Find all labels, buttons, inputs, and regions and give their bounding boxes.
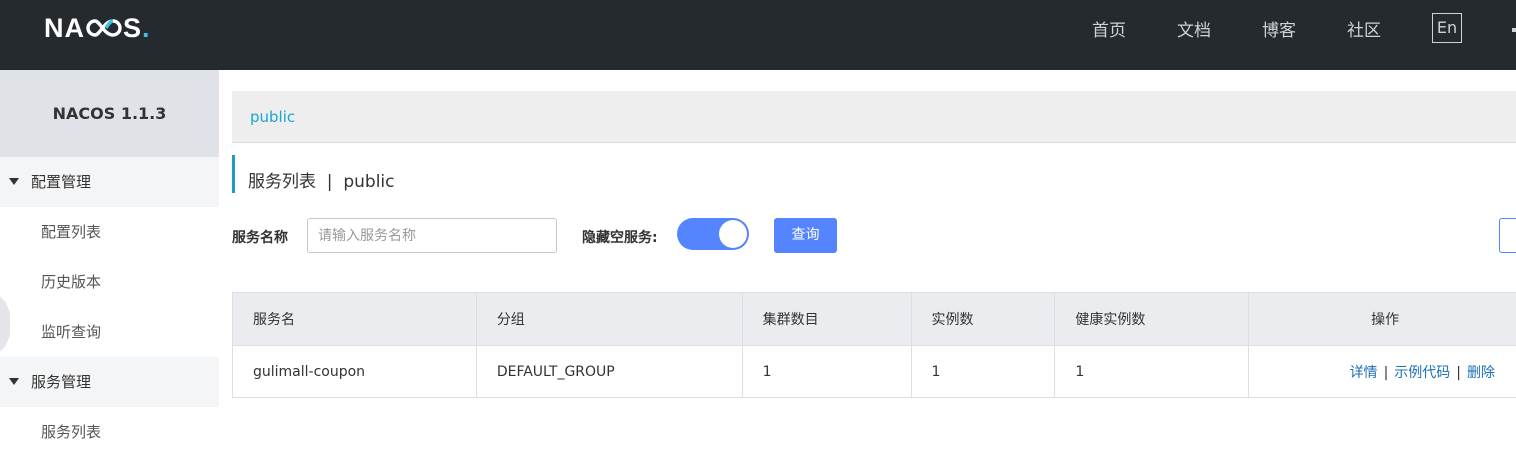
caret-down-icon <box>9 178 19 185</box>
nav-docs[interactable]: 文档 <box>1177 16 1211 41</box>
column-header-group: 分组 <box>476 293 742 346</box>
service-name-label: 服务名称 <box>232 227 288 247</box>
sidebar-item-label: 服务列表 <box>41 407 101 457</box>
logo-text-left: NA <box>44 13 85 44</box>
sidebar-group-label: 配置管理 <box>31 157 91 207</box>
op-separator: | <box>1384 365 1389 381</box>
page-title-block: 服务列表 | public <box>232 155 235 193</box>
sidebar-item-label: 配置列表 <box>41 207 101 257</box>
column-header-healthy: 健康实例数 <box>1055 293 1249 346</box>
cell-service-name: gulimall-coupon <box>233 346 477 398</box>
sidebar-item-label: 历史版本 <box>41 257 101 307</box>
cell-ops: 详情 | 示例代码 | 删除 <box>1249 346 1516 398</box>
column-header-instances: 实例数 <box>911 293 1055 346</box>
nacos-logo[interactable]: NA S . <box>44 13 151 43</box>
namespace-bar: public <box>232 91 1516 143</box>
detail-link[interactable]: 详情 <box>1350 365 1378 381</box>
page-title: 服务列表 | public <box>248 167 395 192</box>
service-name-input[interactable] <box>307 218 557 253</box>
column-header-ops: 操作 <box>1249 293 1516 346</box>
create-service-button[interactable] <box>1499 218 1516 253</box>
hide-empty-toggle[interactable] <box>677 218 749 250</box>
toggle-knob <box>719 220 747 248</box>
top-header: NA S . 首页 文档 博客 社区 En <box>0 0 1516 70</box>
cell-clusters: 1 <box>742 346 911 398</box>
logo-dot: . <box>142 13 151 44</box>
sidebar-group-label: 服务管理 <box>31 357 91 407</box>
column-header-service: 服务名 <box>233 293 477 346</box>
sidebar-version: NACOS 1.1.3 <box>0 70 219 157</box>
table-header-row: 服务名 分组 集群数目 实例数 健康实例数 操作 <box>233 293 1516 346</box>
header-overflow-indicator <box>1512 28 1516 32</box>
logo-text-right: S <box>123 13 142 44</box>
column-header-clusters: 集群数目 <box>742 293 911 346</box>
namespace-tab-public[interactable]: public <box>250 108 295 126</box>
language-switch-button[interactable]: En <box>1432 13 1462 43</box>
nav-home[interactable]: 首页 <box>1092 16 1126 41</box>
cell-group: DEFAULT_GROUP <box>476 346 742 398</box>
sample-code-link[interactable]: 示例代码 <box>1394 365 1450 381</box>
cell-healthy: 1 <box>1055 346 1249 398</box>
nav-community[interactable]: 社区 <box>1347 16 1381 41</box>
op-separator: | <box>1456 365 1461 381</box>
sidebar: NACOS 1.1.3 配置管理 配置列表 历史版本 监听查询 服务管理 服务列… <box>0 70 219 443</box>
nav-blog[interactable]: 博客 <box>1262 16 1296 41</box>
sidebar-group-service[interactable]: 服务管理 <box>0 357 219 407</box>
delete-link[interactable]: 删除 <box>1467 365 1495 381</box>
cell-instances: 1 <box>911 346 1055 398</box>
caret-down-icon <box>9 378 19 385</box>
hide-empty-label: 隐藏空服务: <box>582 227 658 247</box>
service-table: 服务名 分组 集群数目 实例数 健康实例数 操作 gulimall-coupon… <box>232 292 1516 398</box>
query-button[interactable]: 查询 <box>774 218 837 253</box>
logo-infinity-icon <box>86 17 122 39</box>
table-row: gulimall-coupon DEFAULT_GROUP 1 1 1 详情 | 示… <box>233 346 1516 398</box>
sidebar-group-config[interactable]: 配置管理 <box>0 157 219 207</box>
sidebar-item-label: 监听查询 <box>41 307 101 357</box>
sidebar-item-config-list[interactable]: 配置列表 <box>0 207 219 257</box>
sidebar-item-history[interactable]: 历史版本 <box>0 257 219 307</box>
sidebar-item-listener-query[interactable]: 监听查询 <box>0 307 219 357</box>
sidebar-item-service-list[interactable]: 服务列表 <box>0 407 219 457</box>
